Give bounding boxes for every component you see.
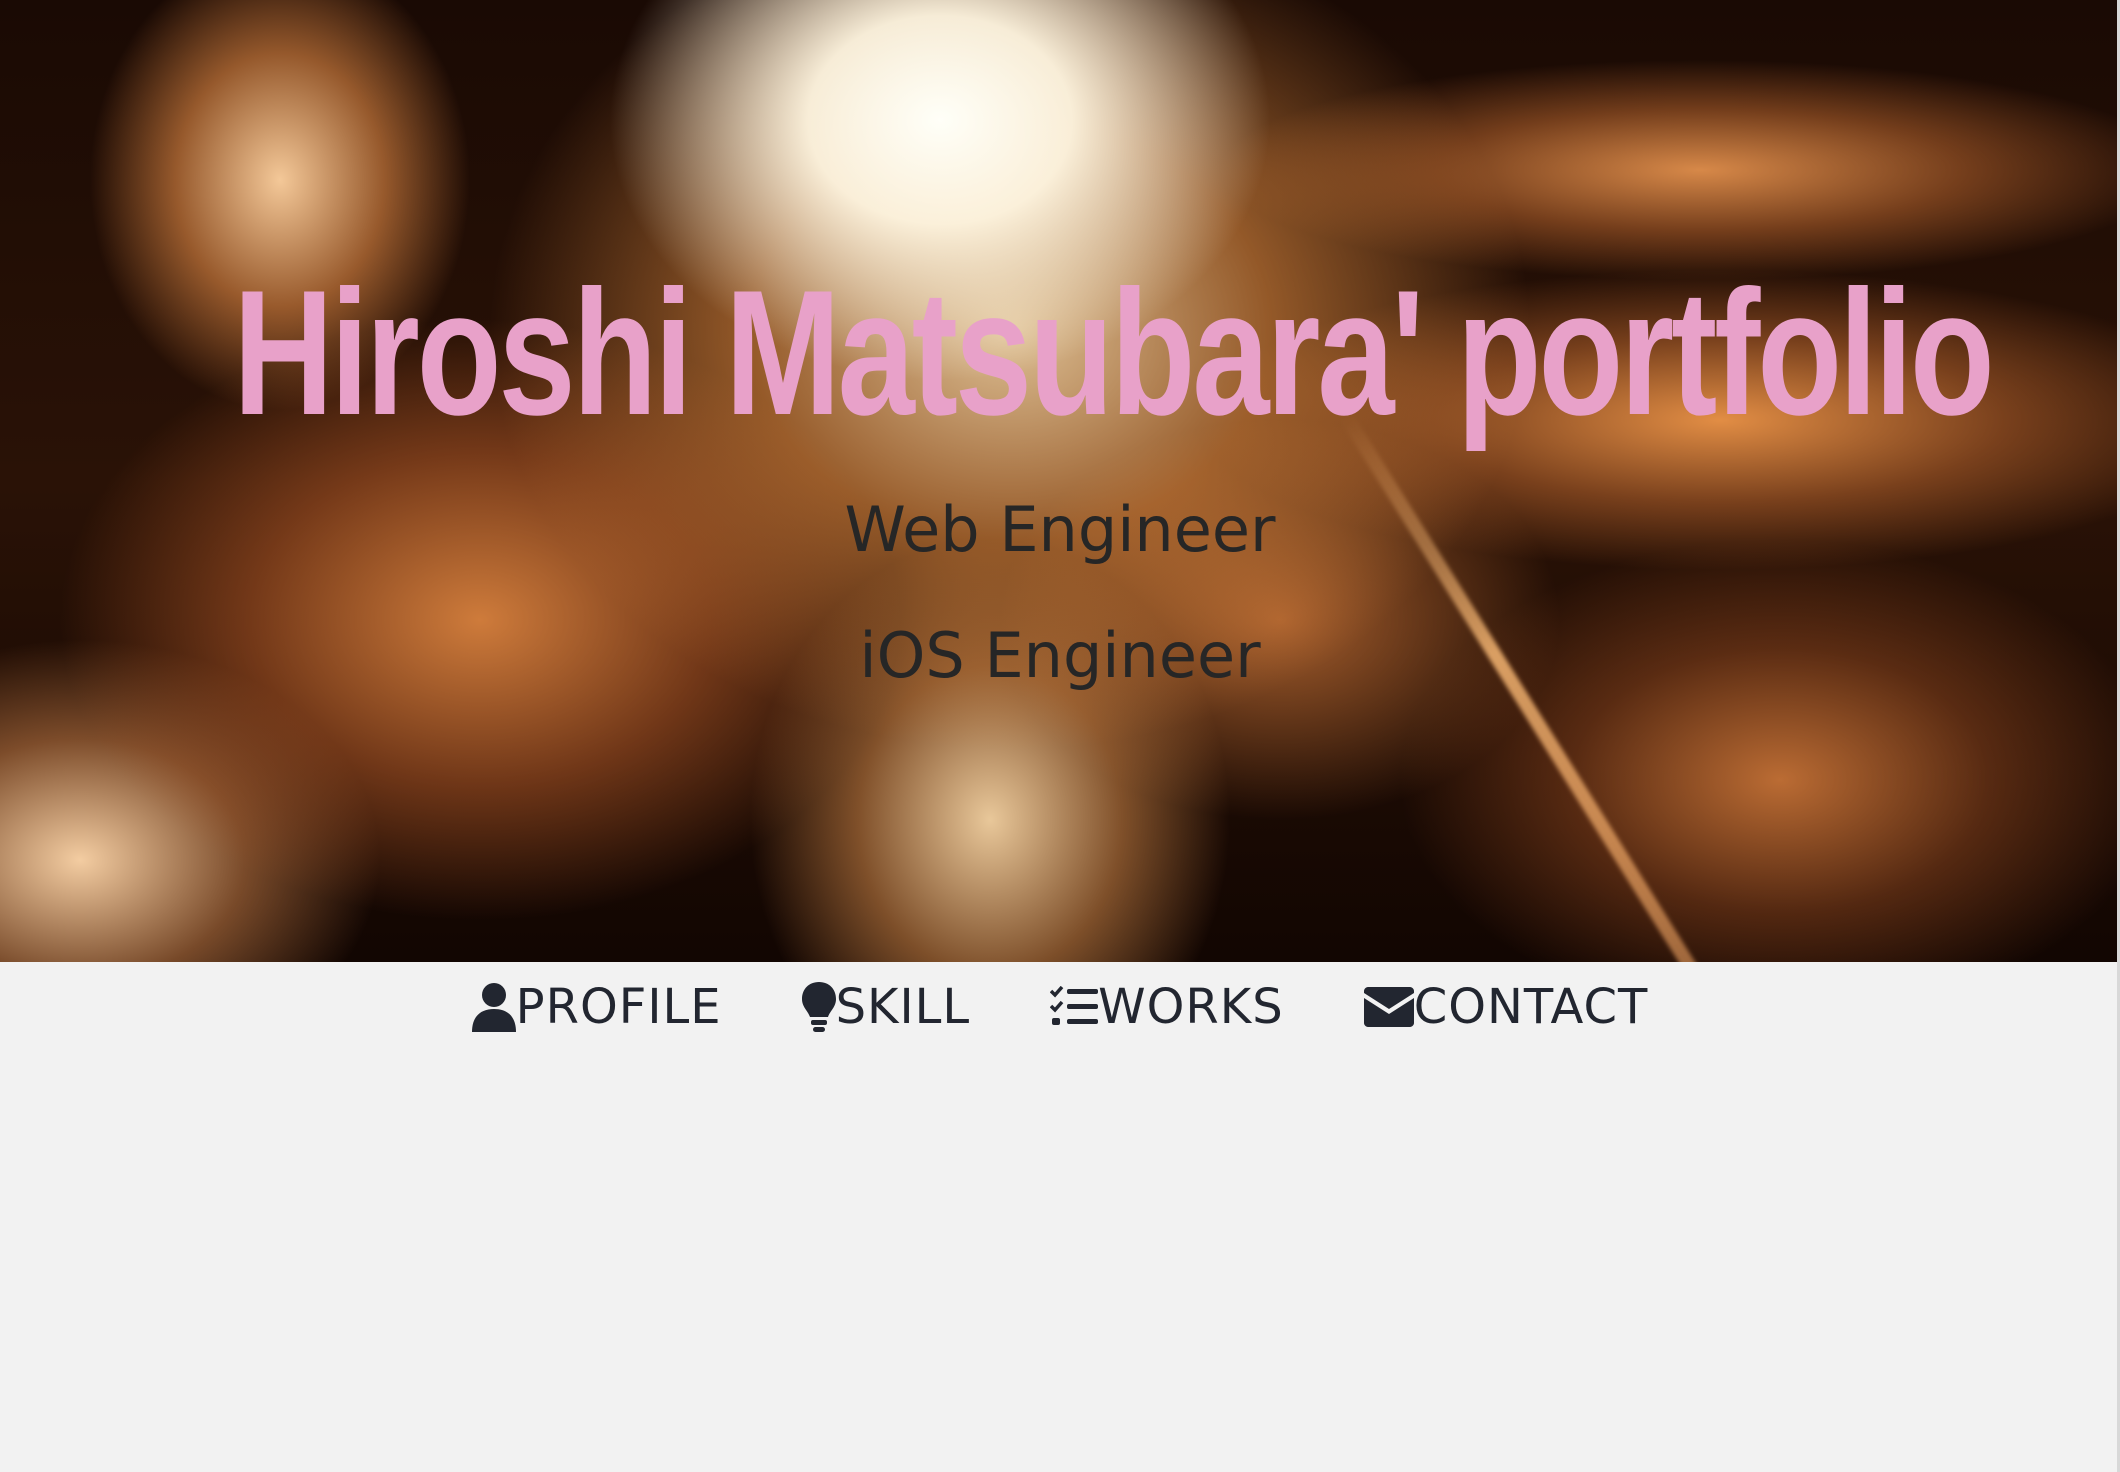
nav-item-profile[interactable]: PROFILE <box>471 977 722 1037</box>
nav-item-skill[interactable]: SKILL <box>801 977 971 1037</box>
nav-item-works[interactable]: WORKS <box>1050 977 1284 1037</box>
nav-item-label: WORKS <box>1098 979 1284 1035</box>
hero-section: Hiroshi Matsubara' portfolio Web Enginee… <box>0 0 2120 962</box>
hero-background-image <box>0 0 2120 962</box>
hero-role-web: Web Engineer <box>844 493 1276 566</box>
page: Hiroshi Matsubara' portfolio Web Enginee… <box>0 0 2120 1472</box>
envelope-icon <box>1363 987 1414 1027</box>
hero-role-ios: iOS Engineer <box>859 619 1261 692</box>
nav-item-label: PROFILE <box>515 979 722 1035</box>
main-nav: PROFILE SKILL WORKS CONTACT <box>0 962 2120 1052</box>
user-icon <box>471 982 516 1032</box>
lightbulb-icon <box>801 982 836 1032</box>
hero-title: Hiroshi Matsubara' portfolio <box>233 253 1994 452</box>
nav-item-label: CONTACT <box>1413 979 1649 1035</box>
checklist-icon <box>1050 986 1099 1028</box>
nav-item-label: SKILL <box>835 979 971 1035</box>
nav-item-contact[interactable]: CONTACT <box>1363 977 1649 1037</box>
